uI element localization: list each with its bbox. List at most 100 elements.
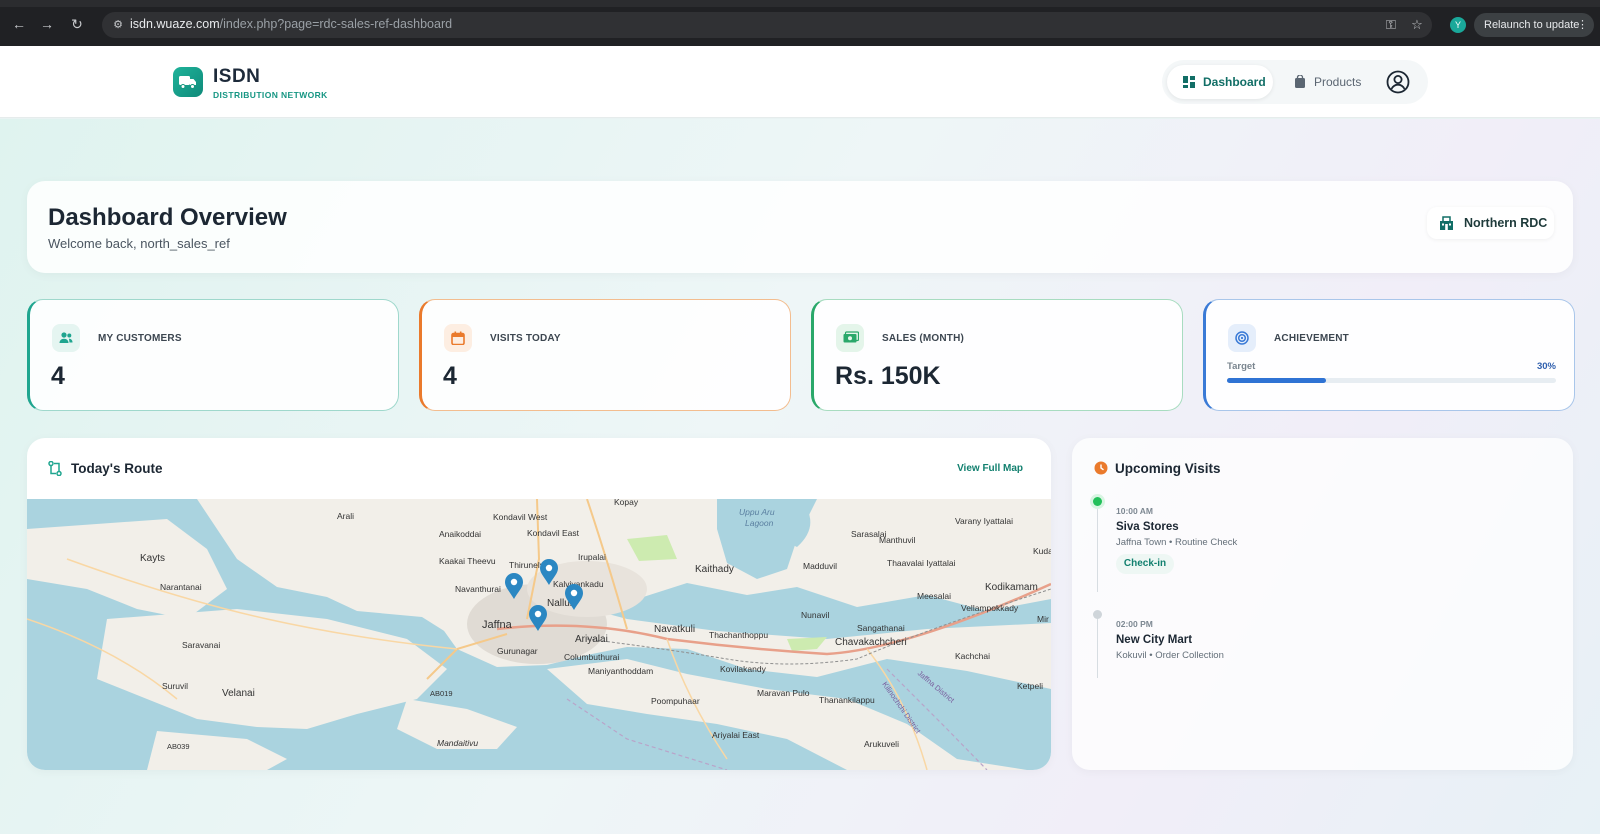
calendar-icon bbox=[444, 324, 472, 352]
map-label: Nunavil bbox=[801, 610, 829, 620]
nav-dashboard-label: Dashboard bbox=[1203, 75, 1266, 89]
stat-value: 4 bbox=[443, 362, 457, 390]
stat-label: SALES (MONTH) bbox=[882, 333, 965, 344]
map-label: Navatkuli bbox=[654, 624, 695, 635]
dashboard-grid-icon bbox=[1183, 76, 1195, 88]
map-label: Kaakai Theevu bbox=[439, 556, 496, 566]
menu-dots-icon[interactable]: ⋮ bbox=[1577, 13, 1588, 37]
stat-card-sales[interactable]: SALES (MONTH) Rs. 150K bbox=[811, 299, 1183, 411]
url-text[interactable]: isdn.wuaze.com/index.php?page=rdc-sales-… bbox=[130, 17, 452, 31]
tab-strip bbox=[0, 0, 1600, 7]
region-badge[interactable]: Northern RDC bbox=[1427, 207, 1554, 239]
main-nav: Dashboard Products bbox=[1162, 60, 1428, 104]
upcoming-title: Upcoming Visits bbox=[1115, 461, 1221, 476]
map-label: Mir bbox=[1037, 614, 1049, 624]
stat-label: ACHIEVEMENT bbox=[1274, 333, 1349, 344]
map-label: Anaikoddai bbox=[439, 529, 481, 539]
progress-track bbox=[1227, 378, 1556, 383]
profile-avatar[interactable]: Y bbox=[1450, 17, 1466, 33]
visit-name[interactable]: New City Mart bbox=[1116, 634, 1192, 646]
app-header: ISDN DISTRIBUTION NETWORK Dashboard Prod… bbox=[0, 46, 1600, 118]
nav-products[interactable]: Products bbox=[1286, 65, 1376, 99]
map-label: Kondavil West bbox=[493, 512, 548, 522]
brand-name[interactable]: ISDN bbox=[213, 66, 260, 88]
visit-meta: Kokuvil • Order Collection bbox=[1116, 650, 1224, 661]
map-label: Navanthurai bbox=[455, 584, 501, 594]
progress-fill bbox=[1227, 378, 1326, 383]
map-label: Velanai bbox=[222, 688, 255, 699]
url-path: /index.php?page=rdc-sales-ref-dashboard bbox=[219, 17, 453, 31]
stat-value: Rs. 150K bbox=[835, 362, 941, 390]
check-in-button[interactable]: Check-in bbox=[1116, 554, 1174, 574]
route-map[interactable]: Kopay Kondavil West Kondavil East Arali … bbox=[27, 499, 1051, 770]
map-label: Kondavil East bbox=[527, 528, 580, 538]
key-icon[interactable]: ⚿ bbox=[1382, 16, 1400, 34]
map-label: Chavakachcheri bbox=[835, 637, 907, 648]
route-icon bbox=[48, 461, 62, 476]
map-label: Kayts bbox=[140, 553, 165, 564]
map-label: Kovilakandy bbox=[720, 664, 767, 674]
map-label: Thaavalai Iyattalai bbox=[887, 558, 956, 568]
route-title: Today's Route bbox=[71, 461, 163, 476]
brand-subtitle: DISTRIBUTION NETWORK bbox=[213, 90, 328, 100]
url-host: isdn.wuaze.com bbox=[130, 17, 220, 31]
map-label: Kuda bbox=[1033, 546, 1051, 556]
building-icon bbox=[1440, 216, 1453, 230]
map-label: Jaffna bbox=[482, 619, 513, 631]
map-label: Arali bbox=[337, 511, 354, 521]
money-icon bbox=[836, 324, 864, 352]
map-label: Ariyalai bbox=[575, 634, 608, 645]
visit-name[interactable]: Siva Stores bbox=[1116, 521, 1179, 533]
bag-icon bbox=[1295, 75, 1305, 88]
stat-card-customers[interactable]: MY CUSTOMERS 4 bbox=[27, 299, 399, 411]
forward-icon[interactable]: → bbox=[38, 15, 56, 33]
stat-label: VISITS TODAY bbox=[490, 333, 561, 344]
map-label: Saravanai bbox=[182, 640, 220, 650]
stat-value: 4 bbox=[51, 362, 65, 390]
region-label: Northern RDC bbox=[1464, 216, 1548, 230]
map-label: Kaithady bbox=[695, 564, 734, 575]
route-card: Today's Route View Full Map Kopay Kondav… bbox=[27, 438, 1051, 770]
map-label: Mandaitivu bbox=[437, 738, 478, 748]
clock-icon bbox=[1094, 461, 1108, 475]
users-icon bbox=[52, 324, 80, 352]
map-label: Manthuvil bbox=[879, 535, 915, 545]
map-label: Thachanthoppu bbox=[709, 630, 768, 640]
relaunch-button[interactable]: Relaunch to update ⋮ bbox=[1474, 13, 1594, 37]
back-icon[interactable]: ← bbox=[10, 15, 28, 33]
visit-time: 02:00 PM bbox=[1116, 619, 1153, 629]
timeline-dot bbox=[1093, 610, 1102, 619]
view-full-map-link[interactable]: View Full Map bbox=[957, 463, 1023, 474]
map-label: Sangathanai bbox=[857, 623, 905, 633]
site-info-icon[interactable]: ⚙ bbox=[110, 17, 126, 33]
address-bar[interactable]: ⚙ isdn.wuaze.com/index.php?page=rdc-sale… bbox=[102, 12, 1432, 38]
map-label: Thanankilappu bbox=[819, 695, 875, 705]
nav-dashboard[interactable]: Dashboard bbox=[1167, 65, 1273, 99]
timeline-line bbox=[1097, 614, 1098, 678]
user-profile-icon[interactable] bbox=[1386, 70, 1410, 94]
map-label: Varany Iyattalai bbox=[955, 516, 1013, 526]
map-label: Poompuhaar bbox=[651, 696, 700, 706]
bookmark-star-icon[interactable]: ☆ bbox=[1408, 16, 1426, 34]
timeline-dot-active bbox=[1093, 497, 1102, 506]
stat-card-visits[interactable]: VISITS TODAY 4 bbox=[419, 299, 791, 411]
reload-icon[interactable]: ↻ bbox=[68, 15, 86, 33]
overview-card: Dashboard Overview Welcome back, north_s… bbox=[27, 181, 1573, 273]
timeline-line bbox=[1097, 502, 1098, 592]
map-label: Maniyanthoddam bbox=[588, 666, 653, 676]
visit-time: 10:00 AM bbox=[1116, 506, 1154, 516]
stat-card-achievement[interactable]: ACHIEVEMENT Target 30% bbox=[1203, 299, 1575, 411]
page-title: Dashboard Overview bbox=[48, 204, 287, 231]
target-label: Target bbox=[1227, 361, 1256, 372]
map-label: Suruvil bbox=[162, 681, 188, 691]
map-label: Madduvil bbox=[803, 561, 837, 571]
stat-label: MY CUSTOMERS bbox=[98, 333, 182, 344]
upcoming-visits-card: Upcoming Visits 10:00 AM Siva Stores Jaf… bbox=[1072, 438, 1573, 770]
map-label: Ketpeli bbox=[1017, 681, 1043, 691]
map-label: Uppu Aru bbox=[739, 507, 775, 517]
map-label: Gurunagar bbox=[497, 646, 538, 656]
map-label: Ariyalai East bbox=[712, 730, 760, 740]
truck-logo-icon[interactable] bbox=[173, 67, 203, 97]
map-label: Arukuveli bbox=[864, 739, 899, 749]
map-label: AB019 bbox=[430, 689, 453, 698]
